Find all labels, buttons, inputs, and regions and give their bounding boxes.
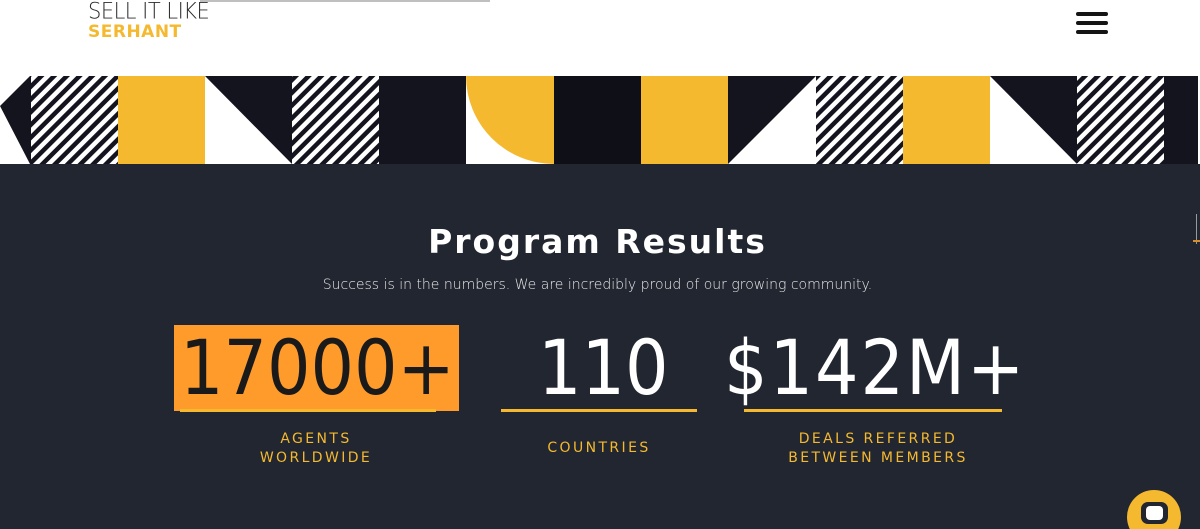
chat-bubble-icon (1141, 502, 1168, 524)
chat-bubble-inner (1146, 506, 1163, 520)
stat-label-line: BETWEEN MEMBERS (788, 450, 968, 466)
hamburger-bar (1076, 30, 1108, 34)
site-header: SELL IT LIKE SERHANT (0, 0, 1200, 76)
stat-label-countries: COUNTRIES (501, 439, 697, 458)
section-subtitle: Success is in the numbers. We are incred… (322, 277, 873, 293)
stat-label-line: COUNTRIES (547, 440, 651, 456)
logo-text-top: SELL IT LIKE (88, 0, 210, 24)
header-divider (200, 0, 490, 2)
stat-label-line: DEALS REFERRED (798, 431, 958, 447)
stat-number-countries: 110 (538, 323, 669, 412)
stat-number-deals: $142M+ (724, 323, 1027, 412)
stat-label-line: WORLDWIDE (259, 450, 373, 466)
pattern-graphic (0, 76, 1198, 164)
stat-underline (501, 409, 697, 412)
hamburger-menu-icon[interactable] (1076, 12, 1108, 34)
decorative-pattern-strip (0, 76, 1198, 164)
hamburger-bar (1076, 21, 1108, 25)
stat-label-line: AGENTS (280, 431, 352, 447)
scroll-indicator (1193, 240, 1200, 242)
page: SELL IT LIKE SERHANT Program Results Suc… (0, 0, 1200, 529)
logo-text-bottom: SERHANT (88, 22, 182, 42)
stat-label-agents: AGENTS WORLDWIDE (200, 430, 432, 468)
program-results-section: Program Results Success is in the number… (0, 164, 1200, 529)
stat-label-deals: DEALS REFERRED BETWEEN MEMBERS (758, 430, 998, 468)
logo[interactable]: SELL IT LIKE SERHANT (88, 0, 210, 42)
stat-underline (744, 409, 1002, 412)
section-title: Program Results (428, 222, 767, 261)
stat-number-agents: 17000+ (180, 323, 455, 412)
stat-underline (180, 409, 436, 412)
hamburger-bar (1076, 12, 1108, 16)
